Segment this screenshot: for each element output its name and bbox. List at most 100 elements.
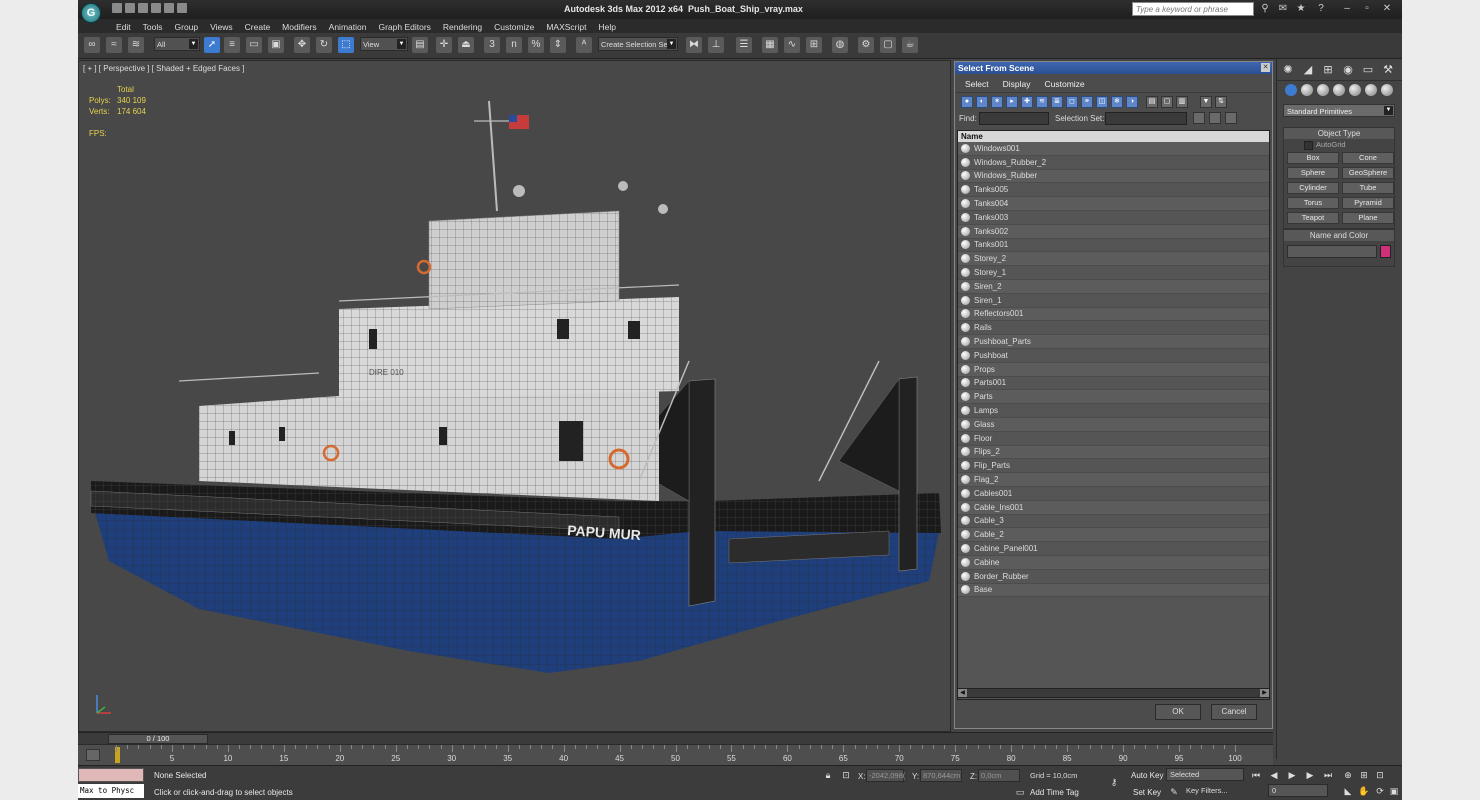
menu-customize[interactable]: Customize <box>488 19 540 33</box>
menu-modifiers[interactable]: Modifiers <box>276 19 322 33</box>
scene-object-list[interactable]: Name Windows001 Windows_Rubber_2 Windows_R… <box>957 130 1270 700</box>
binoculars-icon[interactable]: ⚲ <box>1258 2 1272 16</box>
helpers-category-icon[interactable] <box>1349 84 1361 96</box>
display-helpers-icon[interactable]: ✚ <box>1021 96 1033 108</box>
scale-icon[interactable]: ⬚ <box>338 37 354 53</box>
set-key-button[interactable]: Set Key <box>1133 788 1161 797</box>
selection-set-dropdown[interactable] <box>1105 112 1187 125</box>
list-item[interactable]: Tanks003 <box>958 210 1269 225</box>
list-item[interactable]: Cable_3 <box>958 514 1269 529</box>
list-item[interactable]: Siren_2 <box>958 279 1269 294</box>
dialog-menu-customize[interactable]: Customize <box>1045 79 1085 92</box>
keyboard-shortcut-icon[interactable]: ⏏ <box>458 37 474 53</box>
systems-category-icon[interactable] <box>1381 84 1393 96</box>
cancel-button[interactable]: Cancel <box>1211 704 1257 720</box>
zoom-icon[interactable]: ⊕ <box>1342 769 1354 781</box>
list-item[interactable]: Parts001 <box>958 376 1269 391</box>
list-item[interactable]: Floor <box>958 431 1269 446</box>
list-item[interactable]: Cabine <box>958 555 1269 570</box>
list-item[interactable]: Tanks004 <box>958 197 1269 211</box>
x-coordinate-field[interactable]: -2042,098( <box>866 769 905 782</box>
unlink-icon[interactable]: ≈ <box>106 37 122 53</box>
list-item[interactable]: Props <box>958 362 1269 377</box>
hierarchy-tab-icon[interactable]: ⊞ <box>1321 63 1335 77</box>
rotate-icon[interactable]: ↻ <box>316 37 332 53</box>
z-coordinate-field[interactable]: 0,0cm <box>978 769 1020 782</box>
key-mode-dropdown[interactable]: Selected <box>1166 768 1244 781</box>
tube-button[interactable]: Tube <box>1342 182 1394 194</box>
goto-end-icon[interactable]: ⏭ <box>1322 769 1334 781</box>
menu-views[interactable]: Views <box>204 19 239 33</box>
maxscript-listener-output[interactable] <box>78 768 144 782</box>
lock-selection-icon[interactable]: 🔒︎ <box>822 769 834 781</box>
mirror-icon[interactable]: ⧓ <box>686 37 702 53</box>
utilities-tab-icon[interactable]: ⚒ <box>1381 63 1395 77</box>
align-icon[interactable]: ⊥ <box>708 37 724 53</box>
select-by-name-icon[interactable]: ≡ <box>224 37 240 53</box>
named-selection-dropdown[interactable]: Create Selection Se <box>598 37 678 51</box>
link-icon[interactable]: ∞ <box>84 37 100 53</box>
menu-tools[interactable]: Tools <box>137 19 169 33</box>
list-item[interactable]: Storey_1 <box>958 266 1269 280</box>
select-invert-icon[interactable]: ▥ <box>1176 96 1188 108</box>
list-item[interactable]: Flag_2 <box>958 473 1269 487</box>
name-and-color-title[interactable]: Name and Color <box>1284 230 1394 241</box>
select-manipulate-icon[interactable]: ✛ <box>436 37 452 53</box>
dialog-close-icon[interactable]: ✕ <box>1261 63 1270 72</box>
list-item[interactable]: Border_Rubber <box>958 569 1269 584</box>
project-folder-icon[interactable] <box>177 3 187 13</box>
reference-coordinate-dropdown[interactable]: View <box>360 37 408 51</box>
display-containers-icon[interactable]: ◫ <box>1096 96 1108 108</box>
list-item[interactable]: Pushboat <box>958 348 1269 363</box>
new-file-icon[interactable] <box>112 3 122 13</box>
redo-icon[interactable] <box>164 3 174 13</box>
geometry-category-icon[interactable] <box>1285 84 1297 96</box>
list-item[interactable]: Rails <box>958 321 1269 336</box>
move-icon[interactable]: ✥ <box>294 37 310 53</box>
auto-key-button[interactable]: Auto Key <box>1131 771 1163 780</box>
select-object-icon[interactable]: ➚ <box>204 37 220 53</box>
select-none-icon[interactable]: ▢ <box>1161 96 1173 108</box>
display-bones-icon[interactable]: ⚭ <box>1081 96 1093 108</box>
sort-icon[interactable]: ⇅ <box>1215 96 1227 108</box>
menu-group[interactable]: Group <box>169 19 205 33</box>
scroll-right-icon[interactable]: ▶ <box>1260 689 1269 697</box>
list-item[interactable]: Windows_Rubber <box>958 169 1269 184</box>
schematic-view-icon[interactable]: ⊞ <box>806 37 822 53</box>
menu-rendering[interactable]: Rendering <box>437 19 488 33</box>
select-all-icon[interactable]: ▤ <box>1146 96 1158 108</box>
object-type-title[interactable]: Object Type <box>1284 128 1394 139</box>
list-item[interactable]: Windows_Rubber_2 <box>958 155 1269 170</box>
curve-editor-icon[interactable]: ∿ <box>784 37 800 53</box>
list-item[interactable]: Pushboat_Parts <box>958 335 1269 349</box>
box-button[interactable]: Box <box>1287 152 1339 164</box>
set-key-mode-icon[interactable]: ⚷ <box>1104 776 1124 788</box>
menu-maxscript[interactable]: MAXScript <box>540 19 592 33</box>
display-spacewarps-icon[interactable]: ≋ <box>1036 96 1048 108</box>
subscription-icon[interactable]: ✉ <box>1276 2 1290 16</box>
pivot-center-icon[interactable]: ▤ <box>412 37 428 53</box>
key-filters-button[interactable]: Key Filters... <box>1182 784 1244 797</box>
cone-button[interactable]: Cone <box>1342 152 1394 164</box>
display-hidden-icon[interactable]: ◑ <box>1126 96 1138 108</box>
maximize-viewport-icon[interactable]: ▣ <box>1388 785 1400 797</box>
track-bar[interactable]: 5 10 15 20 25 30 35 40 45 50 55 60 65 70 75 80 85 90 95 100 <box>78 744 1273 765</box>
dialog-title-bar[interactable]: Select From Scene ✕ <box>955 62 1272 74</box>
absolute-mode-icon[interactable]: ⊡ <box>840 769 852 781</box>
add-time-tag[interactable]: Add Time Tag <box>1030 788 1079 797</box>
list-item[interactable]: Siren_1 <box>958 293 1269 308</box>
object-color-swatch[interactable] <box>1380 245 1391 258</box>
torus-button[interactable]: Torus <box>1287 197 1339 209</box>
minimize-icon[interactable]: – <box>1340 2 1354 16</box>
search-input[interactable]: Type a keyword or phrase <box>1132 2 1254 16</box>
spacewarps-category-icon[interactable] <box>1365 84 1377 96</box>
motion-tab-icon[interactable]: ◉ <box>1341 63 1355 77</box>
perspective-viewport[interactable]: [ + ] [ Perspective ] [ Shaded + Edged F… <box>78 60 951 732</box>
list-item[interactable]: Tanks005 <box>958 183 1269 198</box>
list-item[interactable]: Glass <box>958 417 1269 432</box>
maxscript-mini-listener[interactable]: Max to Physc <box>78 784 144 798</box>
filter-icon[interactable]: ▼ <box>1200 96 1212 108</box>
zoom-all-icon[interactable]: ⊞ <box>1358 769 1370 781</box>
display-xrefs-icon[interactable]: ◻ <box>1066 96 1078 108</box>
menu-animation[interactable]: Animation <box>323 19 373 33</box>
